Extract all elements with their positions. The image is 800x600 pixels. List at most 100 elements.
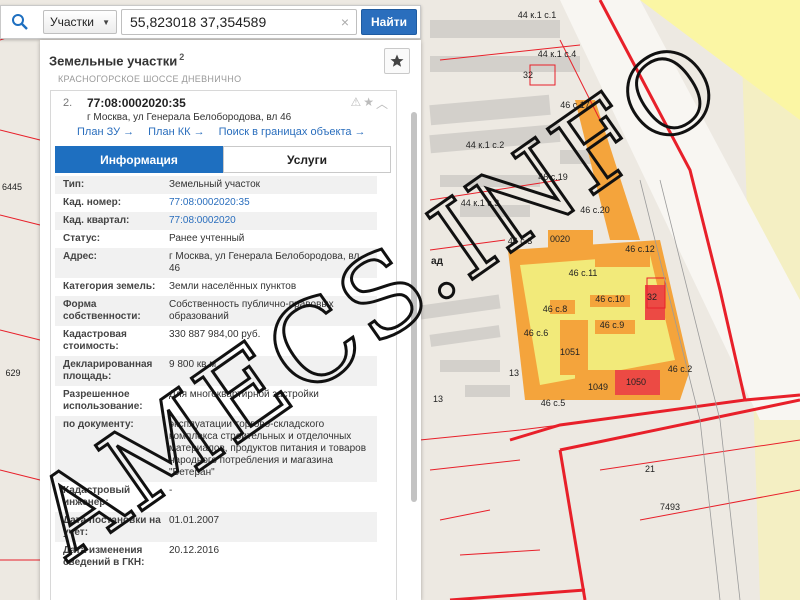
property-key: Категория земель: bbox=[63, 281, 156, 292]
star-icon[interactable]: ★ bbox=[363, 95, 374, 112]
panel-title: Земельные участки 2 bbox=[49, 52, 184, 68]
panel-title-text: Земельные участки bbox=[49, 53, 178, 69]
map-label: 46 с.5 bbox=[541, 398, 566, 408]
chevron-down-icon: ▼ bbox=[102, 17, 110, 27]
map-label: 7493 bbox=[660, 502, 680, 512]
map-label: 44 к.1 с.3 bbox=[461, 198, 499, 208]
property-row: Кад. квартал: 77:08:0002020 bbox=[55, 212, 377, 230]
map-label: 1051 bbox=[560, 347, 580, 357]
map-label: 46 с.19 bbox=[538, 172, 568, 182]
property-row: Адрес: г Москва, ул Генерала Белобородова… bbox=[55, 248, 377, 278]
search-icon[interactable] bbox=[1, 6, 39, 38]
map-label: ад bbox=[431, 256, 444, 267]
map-label: 46 с.11 bbox=[569, 268, 598, 278]
map-label: 46 с.12 bbox=[625, 244, 655, 254]
map-label: 32 bbox=[523, 70, 533, 80]
coordinates-input[interactable]: 55,823018 37,354589 × bbox=[121, 9, 357, 35]
property-key: Дата изменения сведений в ГКН: bbox=[63, 545, 145, 568]
property-row: Тип: Земельный участок bbox=[55, 176, 377, 194]
card-links: План ЗУ → План КК → Поиск в границах объ… bbox=[77, 126, 366, 138]
card-tabs: Информация Услуги bbox=[55, 146, 391, 173]
property-value-link[interactable]: 77:08:0002020:35 bbox=[169, 197, 377, 209]
panel-header: Земельные участки 2 bbox=[40, 40, 421, 78]
coordinates-value: 55,823018 37,354589 bbox=[130, 14, 267, 30]
property-value: 9 800 кв.м bbox=[169, 359, 217, 370]
property-value: Ранее учтенный bbox=[169, 233, 245, 244]
property-value-link[interactable]: 77:08:0002020 bbox=[169, 215, 377, 227]
property-row: по документу: эксплуатации торгово-складс… bbox=[55, 416, 377, 482]
map-label: 46 с.20 bbox=[580, 205, 610, 215]
card-address: г Москва, ул Генерала Белобородова, вл 4… bbox=[87, 112, 292, 123]
star-icon bbox=[390, 54, 404, 67]
favorite-button[interactable] bbox=[384, 48, 410, 74]
property-key: Статус: bbox=[63, 233, 101, 244]
search-bar: Участки ▼ 55,823018 37,354589 × Найти bbox=[0, 5, 421, 39]
map-label: 1050 bbox=[626, 377, 646, 387]
property-key: Тип: bbox=[63, 179, 85, 190]
property-row: Декларированная площадь: 9 800 кв.м bbox=[55, 356, 377, 386]
card-cadastral-number[interactable]: 77:08:0002020:35 bbox=[87, 96, 186, 110]
property-key: Кадастровый инженер: bbox=[63, 485, 131, 508]
card-actions: ⚠ ★ ︿ bbox=[350, 95, 388, 112]
link-search-in-bounds[interactable]: Поиск в границах объекта → bbox=[219, 126, 366, 138]
map-label: 46 с.9 bbox=[600, 320, 625, 330]
property-row: Статус: Ранее учтенный bbox=[55, 230, 377, 248]
map-label: 44 к.1 с.1 bbox=[518, 10, 556, 20]
property-value: 20.12.2016 bbox=[169, 545, 220, 556]
results-panel: Земельные участки 2 КРАСНОГОРСКОЕ ШОССЕ Д… bbox=[40, 40, 421, 600]
property-key: по документу: bbox=[63, 419, 134, 430]
property-key: Кад. номер: bbox=[63, 197, 122, 208]
map-label: 46 с.17 bbox=[560, 100, 590, 110]
property-row: Форма собственности: Собственность публич… bbox=[55, 296, 377, 326]
property-key: Форма собственности: bbox=[63, 299, 141, 322]
map-label: 46 с.10 bbox=[595, 294, 625, 304]
chevron-up-icon[interactable]: ︿ bbox=[376, 95, 388, 112]
property-key: Дата постановки на учет: bbox=[63, 515, 161, 538]
property-row: Кадастровая стоимость: 330 887 984,00 руб… bbox=[55, 326, 377, 356]
link-plan-zu[interactable]: План ЗУ → bbox=[77, 126, 134, 138]
link-plan-kk[interactable]: План КК → bbox=[148, 126, 204, 138]
property-row: Кадастровый инженер: - bbox=[55, 482, 377, 512]
property-value: Собственность публично-правовых образова… bbox=[169, 299, 334, 322]
property-value: эксплуатации торгово-складского комплекс… bbox=[169, 419, 367, 478]
property-row: Категория земель: Земли населённых пункто… bbox=[55, 278, 377, 296]
property-value: 330 887 984,00 руб. bbox=[169, 329, 261, 340]
property-value: Земли населённых пунктов bbox=[169, 281, 297, 292]
map-label: 6445 bbox=[2, 182, 22, 192]
map-label: 32 bbox=[647, 292, 657, 302]
property-key: Кад. квартал: bbox=[63, 215, 130, 226]
parcel-card: 2. 77:08:0002020:35 г Москва, ул Генерал… bbox=[50, 90, 397, 600]
properties-table: Тип: Земельный участок Кад. номер: 77:08:0… bbox=[55, 176, 377, 572]
map-label: 1049 bbox=[588, 382, 608, 392]
result-count: 2 bbox=[179, 52, 185, 62]
map-label: 21 bbox=[645, 464, 655, 474]
map-label: 46 с.3 bbox=[508, 236, 533, 246]
search-type-select[interactable]: Участки ▼ bbox=[43, 10, 117, 34]
clear-icon[interactable]: × bbox=[341, 14, 349, 30]
property-row: Разрешенное использование: Для многокварт… bbox=[55, 386, 377, 416]
map-label: 13 bbox=[433, 394, 443, 404]
tab-information[interactable]: Информация bbox=[55, 146, 223, 173]
property-value: 01.01.2007 bbox=[169, 515, 220, 526]
map-label: 13 bbox=[509, 368, 519, 378]
property-key: Декларированная площадь: bbox=[63, 359, 153, 382]
map-label: 44 к.1 с.2 bbox=[466, 140, 504, 150]
find-button[interactable]: Найти bbox=[361, 9, 417, 35]
property-value: - bbox=[169, 485, 173, 496]
search-type-label: Участки bbox=[50, 15, 94, 29]
property-key: Адрес: bbox=[63, 251, 97, 262]
map-label: 46 с.6 bbox=[524, 328, 549, 338]
card-number: 2. bbox=[63, 97, 73, 109]
tab-services[interactable]: Услуги bbox=[223, 146, 391, 173]
property-value: г Москва, ул Генерала Белобородова, вл 4… bbox=[169, 251, 360, 274]
panel-scrollbar[interactable] bbox=[411, 112, 417, 502]
map-label: 629 bbox=[5, 368, 20, 378]
property-row: Дата изменения сведений в ГКН: 20.12.2016 bbox=[55, 542, 377, 572]
warning-icon[interactable]: ⚠ bbox=[350, 95, 361, 112]
map-label: 0020 bbox=[550, 234, 570, 244]
previous-item-text: КРАСНОГОРСКОЕ ШОССЕ ДНЕВНИЧНО bbox=[58, 74, 242, 84]
property-key: Кадастровая стоимость: bbox=[63, 329, 127, 352]
property-value: Для многоквартирной застройки bbox=[169, 389, 319, 400]
property-row: Дата постановки на учет: 01.01.2007 bbox=[55, 512, 377, 542]
map-label: 46 с.2 bbox=[668, 364, 693, 374]
